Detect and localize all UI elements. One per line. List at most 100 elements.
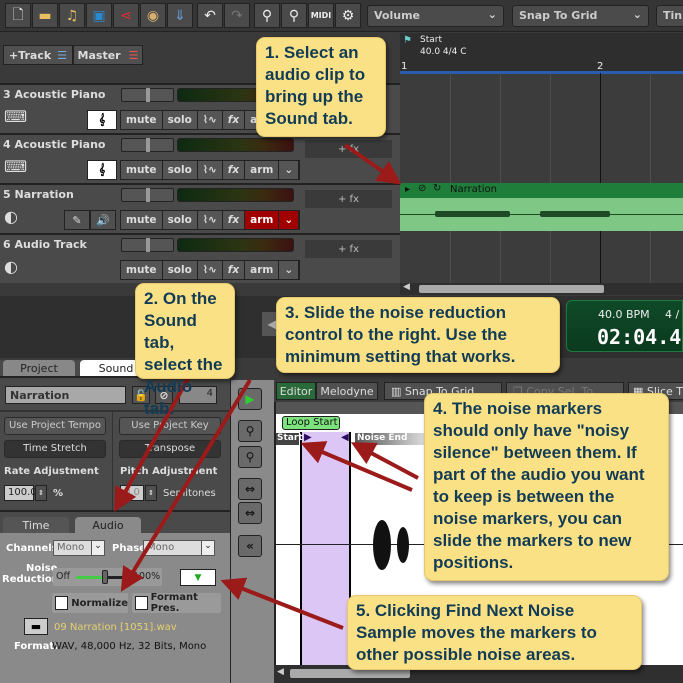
- chevron-down-icon[interactable]: ⌄: [279, 211, 300, 229]
- fx-button[interactable]: fx: [223, 161, 246, 179]
- pan-slider[interactable]: [121, 238, 174, 252]
- loop-clip-icon[interactable]: ↻: [433, 183, 441, 194]
- timeline-ruler[interactable]: ⚑ Start 40.0 4/4 C 1 2: [400, 33, 683, 74]
- zoom-in-icon[interactable]: ⚲: [254, 3, 280, 28]
- open-music-folder-icon[interactable]: ♫: [59, 3, 85, 28]
- volume-meter[interactable]: [177, 138, 294, 152]
- zoom-out-icon[interactable]: ⚲: [281, 3, 307, 28]
- export-audio-icon[interactable]: ⇓: [167, 3, 193, 28]
- noise-sample-region[interactable]: [300, 432, 351, 670]
- track-5-narration[interactable]: 5 Narration ◐ + fx ✎ 🔊 mute solo ⌇∿ fx a…: [0, 183, 400, 233]
- arm-button[interactable]: arm: [245, 261, 280, 279]
- clip-waveform[interactable]: [400, 198, 683, 231]
- redo-icon[interactable]: ↷: [224, 3, 250, 28]
- checkbox[interactable]: [135, 596, 148, 610]
- fx-button[interactable]: fx: [223, 211, 246, 229]
- pencil-icon[interactable]: ✎: [64, 210, 90, 230]
- audio-file-name[interactable]: 09 Narration [1051].wav: [54, 622, 177, 633]
- find-next-noise-sample-button[interactable]: ▼: [180, 569, 216, 586]
- loop-bar[interactable]: [400, 71, 683, 74]
- master-button[interactable]: Master ☰: [73, 45, 143, 65]
- use-project-tempo-button[interactable]: Use Project Tempo: [4, 417, 106, 435]
- timeline[interactable]: ⚑ Start 40.0 4/4 C 1 2 ▸ ⊘ ↻ Narration: [400, 33, 683, 283]
- noise-end-marker[interactable]: Noise End: [355, 433, 425, 445]
- solo-button[interactable]: solo: [163, 161, 198, 179]
- add-track-button[interactable]: +Track ☰: [3, 45, 73, 65]
- automation-icon[interactable]: ⌇∿: [198, 111, 223, 129]
- chevron-down-icon[interactable]: ⌄: [279, 161, 300, 179]
- burn-cd-icon[interactable]: ◉: [140, 3, 166, 28]
- zoom-in-icon[interactable]: ⚲: [238, 420, 262, 442]
- pan-slider[interactable]: [121, 88, 174, 102]
- solo-button[interactable]: solo: [163, 261, 198, 279]
- expand-horizontal-icon[interactable]: ⇔: [238, 478, 262, 500]
- shrink-horizontal-icon[interactable]: ⇔: [238, 502, 262, 524]
- share-icon[interactable]: ⋖: [113, 3, 139, 28]
- solo-button[interactable]: solo: [163, 111, 198, 129]
- new-file-icon[interactable]: 🗋: [5, 3, 31, 28]
- clip-name-field[interactable]: Narration: [5, 386, 126, 404]
- undo-icon[interactable]: ↶: [197, 3, 223, 28]
- add-fx-slot[interactable]: + fx: [305, 240, 392, 258]
- arm-button[interactable]: arm: [245, 161, 280, 179]
- arm-button-active[interactable]: arm: [245, 211, 280, 229]
- tab-editor[interactable]: Editor: [276, 382, 316, 400]
- pan-slider[interactable]: [121, 188, 174, 202]
- midi-icon[interactable]: MIDI: [308, 3, 334, 28]
- mute-button[interactable]: mute: [121, 111, 163, 129]
- volume-meter[interactable]: [177, 188, 294, 202]
- mute-button[interactable]: mute: [121, 211, 163, 229]
- tab-time[interactable]: Time: [3, 517, 69, 533]
- time-stretch-button[interactable]: Time Stretch: [4, 440, 106, 458]
- add-fx-slot[interactable]: + fx: [305, 140, 392, 158]
- chevron-down-icon[interactable]: ⌄: [279, 261, 300, 279]
- snap-dropdown[interactable]: Snap To Grid ⌄: [512, 5, 649, 27]
- loop-start-marker[interactable]: Loop Start: [282, 416, 340, 430]
- normalize-checkbox[interactable]: Normalize: [52, 593, 128, 613]
- track-4-acoustic-piano[interactable]: 4 Acoustic Piano ⌨ + fx 𝄞 mute solo ⌇∿ f…: [0, 133, 400, 183]
- pan-slider[interactable]: [121, 138, 174, 152]
- scroll-thumb[interactable]: [290, 669, 410, 678]
- scroll-left-icon[interactable]: ◀: [277, 667, 284, 677]
- piano-icon[interactable]: 𝄞: [87, 160, 117, 180]
- collapse-icon[interactable]: «: [238, 535, 262, 557]
- add-fx-slot[interactable]: + fx: [305, 190, 392, 208]
- mute-button[interactable]: mute: [121, 161, 163, 179]
- noise-end-handle[interactable]: ◀: [341, 432, 349, 443]
- open-folder-icon[interactable]: ▬: [32, 3, 58, 28]
- tab-audio[interactable]: Audio: [75, 517, 141, 533]
- time-dropdown[interactable]: Tin: [656, 5, 683, 27]
- timeline-scrollbar[interactable]: ◀: [400, 282, 683, 295]
- zoom-out-icon[interactable]: ⚲: [238, 446, 262, 468]
- pitch-stepper[interactable]: ⇕: [145, 485, 157, 501]
- noise-reduction-slider-handle[interactable]: [101, 570, 108, 584]
- gear-icon[interactable]: ⚙: [335, 3, 361, 28]
- audio-clip-narration[interactable]: ▸ ⊘ ↻ Narration: [400, 183, 683, 231]
- start-marker[interactable]: Start: [276, 433, 303, 445]
- track-6-audio-track[interactable]: 6 Audio Track ◐ + fx mute solo ⌇∿ fx arm…: [0, 233, 400, 283]
- automation-icon[interactable]: ⌇∿: [198, 261, 223, 279]
- automation-icon[interactable]: ⌇∿: [198, 161, 223, 179]
- pitch-adjustment-field[interactable]: 0.0: [120, 485, 144, 501]
- save-icon[interactable]: ▣: [86, 3, 112, 28]
- speaker-icon[interactable]: 🔊: [90, 210, 116, 230]
- volume-meter[interactable]: [177, 238, 294, 252]
- automation-dropdown[interactable]: Volume ⌄: [367, 5, 504, 27]
- play-clip-icon[interactable]: ▸: [405, 184, 410, 195]
- mute-button[interactable]: mute: [121, 261, 163, 279]
- phase-select[interactable]: Mono ⌄: [143, 540, 215, 556]
- solo-button[interactable]: solo: [163, 211, 198, 229]
- play-icon[interactable]: ▶: [238, 388, 262, 410]
- formant-pres-checkbox[interactable]: Formant Pres.: [132, 592, 221, 614]
- rate-adjustment-field[interactable]: 100.0: [4, 485, 37, 501]
- tab-melodyne[interactable]: Melodyne: [316, 382, 378, 400]
- use-project-key-button[interactable]: Use Project Key: [119, 417, 221, 435]
- fx-button[interactable]: fx: [223, 111, 246, 129]
- scroll-left-icon[interactable]: ◀: [403, 282, 410, 292]
- rate-stepper[interactable]: ⇕: [35, 485, 47, 501]
- noise-start-handle[interactable]: ▶: [304, 432, 312, 443]
- fx-button[interactable]: fx: [223, 261, 246, 279]
- tab-project[interactable]: Project: [3, 360, 75, 376]
- piano-icon[interactable]: 𝄞: [87, 110, 117, 130]
- folder-icon[interactable]: ▬: [24, 618, 48, 635]
